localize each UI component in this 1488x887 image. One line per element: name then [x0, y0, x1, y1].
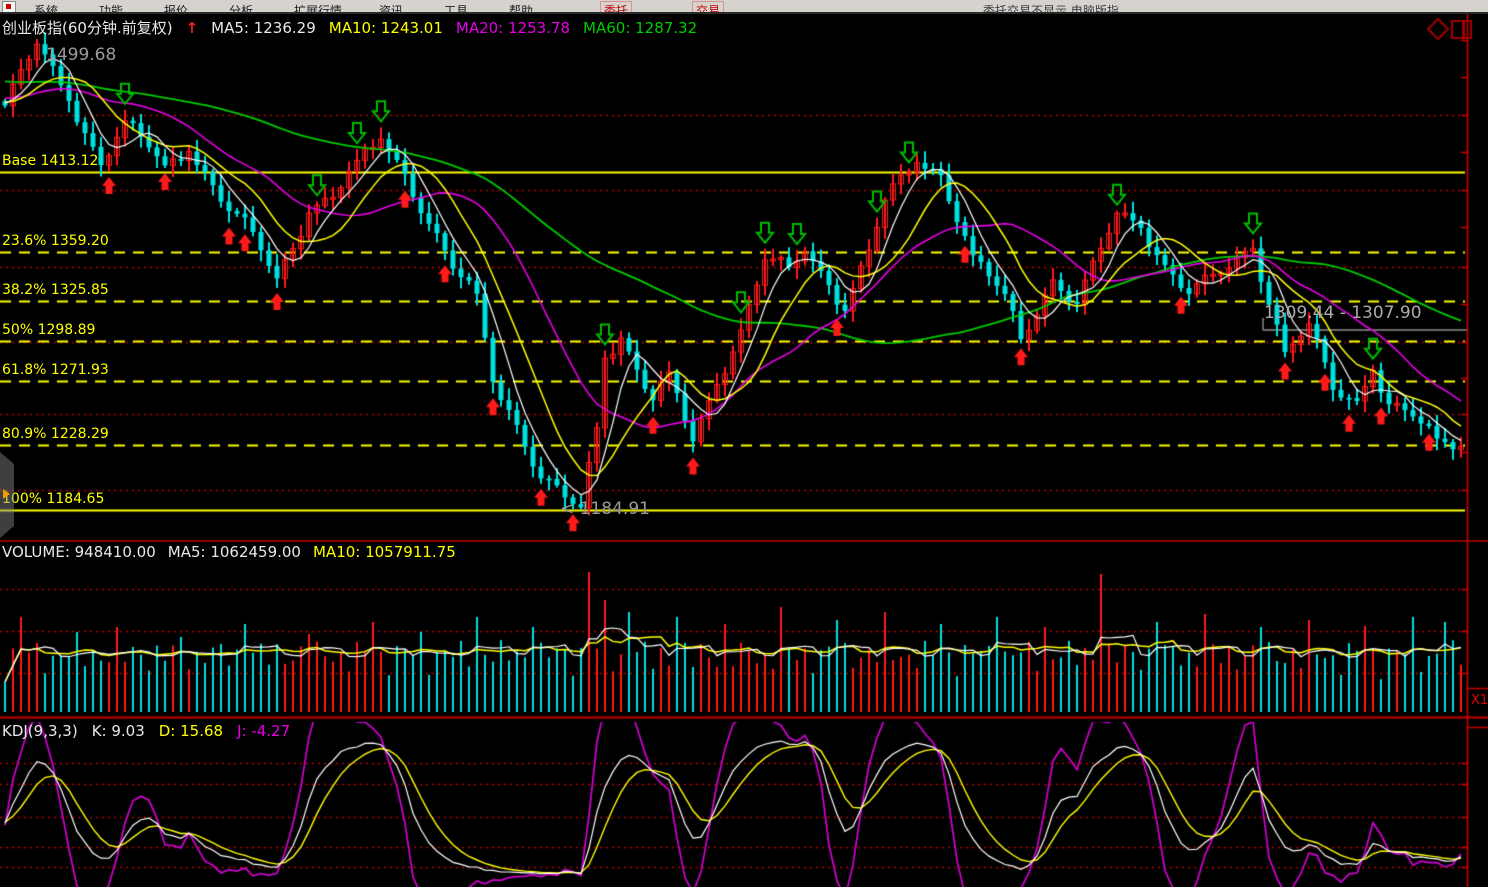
menu-item-1[interactable]: 功能	[99, 2, 123, 14]
fib-level-label-3: 50% 1298.89	[2, 322, 95, 338]
expand-right-icon	[3, 489, 10, 499]
fib-level-label-0: Base 1413.12	[2, 153, 98, 169]
volume-ma5-value: MA5: 1062459.00	[168, 543, 301, 561]
symbol-title: 创业板指(60分钟.前复权)	[2, 19, 173, 37]
menu-item-red-1[interactable]: 交易	[692, 1, 724, 14]
menu-item-4[interactable]: 扩展行情	[294, 2, 342, 14]
fib-level-label-6: 100% 1184.65	[2, 491, 104, 507]
menu-item-3[interactable]: 分析	[229, 2, 253, 14]
fib-level-label-2: 38.2% 1325.85	[2, 282, 109, 298]
menu-item-red-0[interactable]: 委托	[600, 1, 632, 14]
left-panel-handle[interactable]	[0, 452, 14, 538]
menu-right-text: 委托交易不显示 电脑版指	[983, 2, 1119, 14]
kdj-j-value: J: -4.27	[237, 722, 290, 740]
volume-pane-header: VOLUME: 948410.00 MA5: 1062459.00 MA10: 10…	[2, 543, 468, 561]
compression-x1-label[interactable]: X1	[1471, 693, 1488, 708]
ma60-value: MA60: 1287.32	[583, 19, 697, 37]
up-arrow-icon: ↑	[186, 19, 199, 37]
menu-item-2[interactable]: 报价	[164, 2, 188, 14]
high-price-annotation: 1499.68	[46, 45, 116, 65]
fib-level-label-5: 80.9% 1228.29	[2, 426, 109, 442]
volume-value: VOLUME: 948410.00	[2, 543, 156, 561]
menu-item-7[interactable]: 帮助	[509, 2, 533, 14]
ma10-value: MA10: 1243.01	[329, 19, 443, 37]
kdj-pane-header: KDJ(9,3,3) K: 9.03 D: 15.68 J: -4.27	[2, 722, 304, 740]
low-price-annotation: < 1184.91	[560, 499, 650, 519]
fib-level-label-1: 23.6% 1359.20	[2, 233, 109, 249]
kdj-k-value: K: 9.03	[92, 722, 145, 740]
kdj-d-value: D: 15.68	[159, 722, 223, 740]
kdj-name: KDJ(9,3,3)	[2, 722, 78, 740]
menu-item-6[interactable]: 工具	[444, 2, 468, 14]
ma20-value: MA20: 1253.78	[456, 19, 570, 37]
fib-level-label-4: 61.8% 1271.93	[2, 362, 109, 378]
menu-item-0[interactable]: 系统	[34, 2, 58, 14]
measure-range-annotation: 1309.44 - 1307.90	[1264, 303, 1422, 323]
chart-title-row: 创业板指(60分钟.前复权) ↑ MA5: 1236.29 MA10: 1243.01…	[2, 17, 710, 38]
chart-canvas[interactable]	[0, 0, 1488, 887]
volume-ma10-value: MA10: 1057911.75	[313, 543, 456, 561]
menu-item-5[interactable]: 资讯	[379, 2, 403, 14]
menu-bar: 系统 功能 报价 分析 扩展行情 资讯 工具 帮助 委托 交易 委托交易不显示 电脑版指	[0, 0, 1488, 14]
app-icon[interactable]	[2, 1, 16, 13]
ma5-value: MA5: 1236.29	[211, 19, 316, 37]
trading-app-window: 系统 功能 报价 分析 扩展行情 资讯 工具 帮助 委托 交易 委托交易不显示 电脑版指 创业板指…	[0, 0, 1488, 887]
